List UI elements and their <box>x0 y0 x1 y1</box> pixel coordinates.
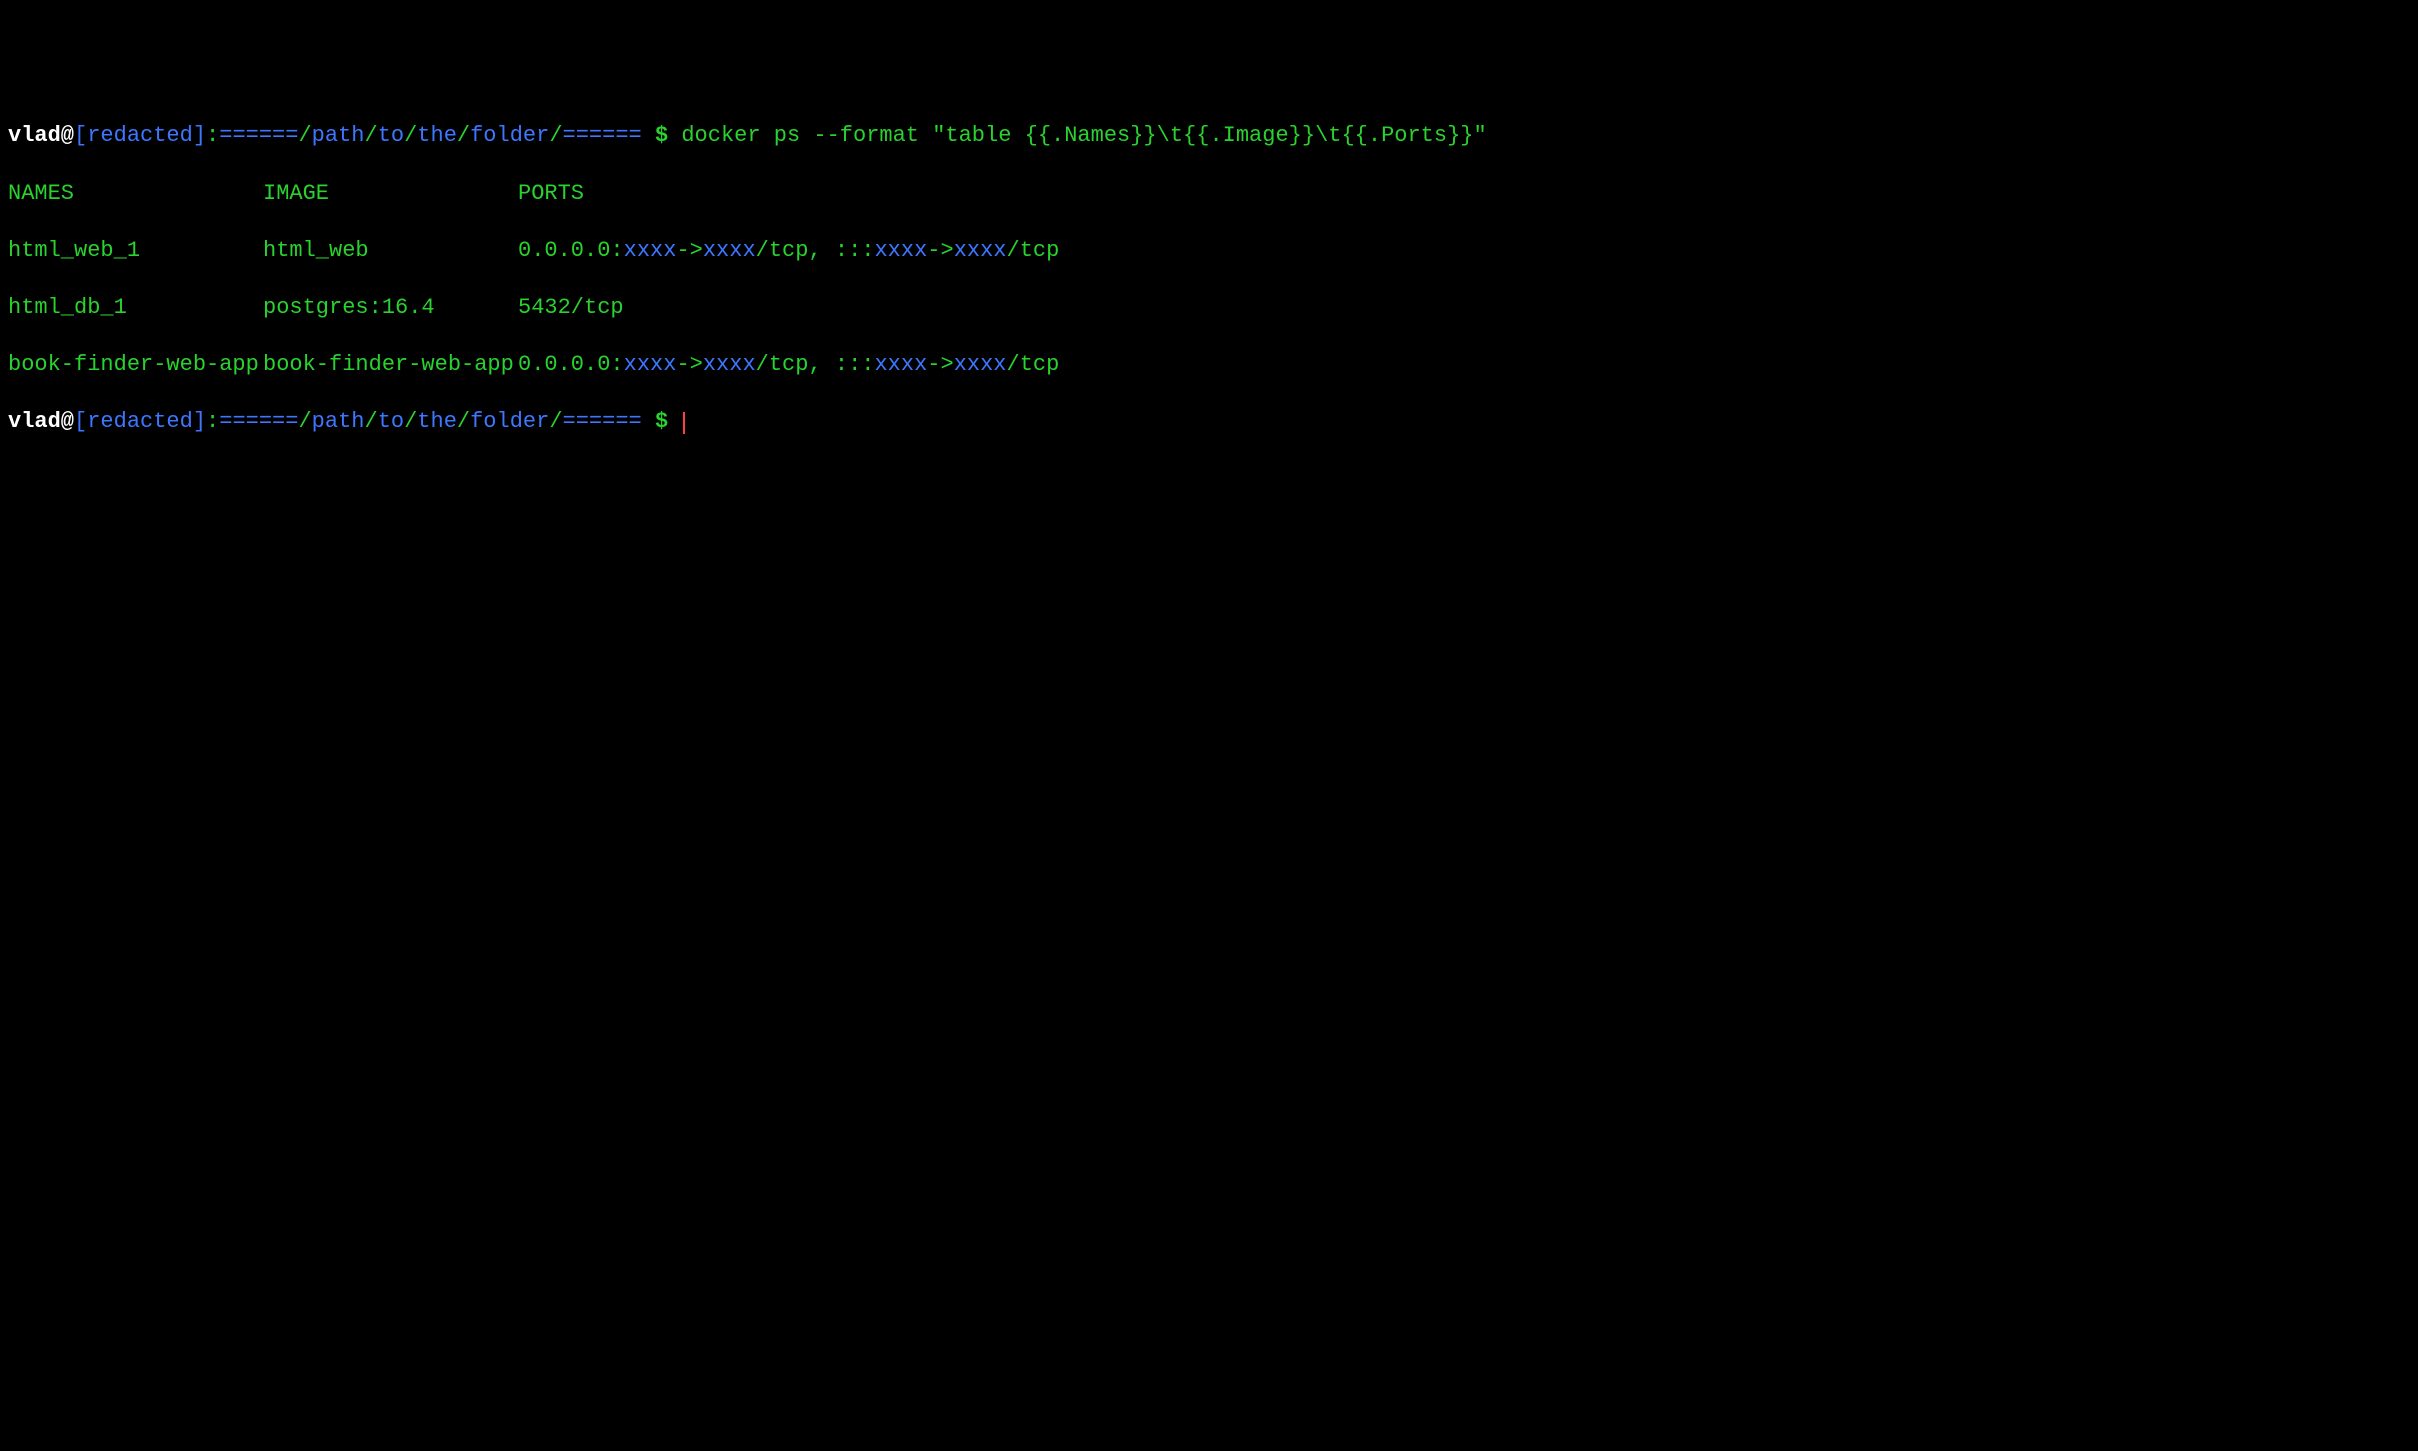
ports-arrow: -> <box>927 352 953 377</box>
prompt-slash: / <box>457 409 470 434</box>
container-image: book-finder-web-app <box>263 352 514 377</box>
ports-tcp: /tcp <box>1007 352 1060 377</box>
prompt-path-sep: ====== <box>219 409 298 434</box>
terminal-cursor[interactable] <box>683 412 685 434</box>
command-text: docker ps --format "table {{.Names}}\t{{… <box>681 123 1486 148</box>
prompt-host: redacted <box>87 409 193 434</box>
prompt-path-part: to <box>378 123 404 148</box>
container-name: html_db_1 <box>8 295 127 320</box>
prompt-colon: : <box>206 409 219 434</box>
prompt-path-part: folder <box>470 409 549 434</box>
table-row: book-finder-web-appbook-finder-web-app0.… <box>8 351 2410 380</box>
ports-arrow: -> <box>676 238 702 263</box>
ports-redacted: xxxx <box>624 238 677 263</box>
container-image: postgres:16.4 <box>263 295 435 320</box>
ports-tcp: /tcp, ::: <box>756 352 875 377</box>
prompt-host: redacted <box>87 123 193 148</box>
ports-redacted: xxxx <box>703 352 756 377</box>
ports-redacted: xxxx <box>874 352 927 377</box>
ports-redacted: xxxx <box>624 352 677 377</box>
ports-simple: 5432/tcp <box>518 295 624 320</box>
prompt-slash: / <box>364 123 377 148</box>
table-header-image: IMAGE <box>263 181 329 206</box>
prompt-dollar: $ <box>655 409 668 434</box>
prompt-user: vlad@ <box>8 123 74 148</box>
container-name: book-finder-web-app <box>8 352 259 377</box>
ports-prefix: 0.0.0.0: <box>518 238 624 263</box>
ports-tcp: /tcp <box>1007 238 1060 263</box>
prompt-path-part: path <box>312 409 365 434</box>
ports-tcp: /tcp, ::: <box>756 238 875 263</box>
prompt-path-part: path <box>312 123 365 148</box>
table-header-names: NAMES <box>8 181 74 206</box>
terminal-line-prompt-2[interactable]: vlad@[redacted]:======/path/to/the/folde… <box>8 408 2410 437</box>
prompt-colon: : <box>206 123 219 148</box>
prompt-slash: / <box>298 409 311 434</box>
prompt-path-part: to <box>378 409 404 434</box>
prompt-slash: / <box>404 123 417 148</box>
prompt-slash: / <box>404 409 417 434</box>
ports-redacted: xxxx <box>954 238 1007 263</box>
table-header-ports: PORTS <box>518 181 584 206</box>
prompt-host-bracket-open: [ <box>74 409 87 434</box>
prompt-host-bracket-open: [ <box>74 123 87 148</box>
table-header-row: NAMES IMAGE PORTS <box>8 180 2410 209</box>
ports-arrow: -> <box>676 352 702 377</box>
prompt-slash: / <box>549 409 562 434</box>
prompt-dollar: $ <box>655 123 668 148</box>
prompt-slash: / <box>549 123 562 148</box>
ports-redacted: xxxx <box>954 352 1007 377</box>
prompt-path-sep: ====== <box>563 409 642 434</box>
prompt-path-sep: ====== <box>219 123 298 148</box>
ports-redacted: xxxx <box>703 238 756 263</box>
ports-prefix: 0.0.0.0: <box>518 352 624 377</box>
prompt-host-bracket-close: ] <box>193 409 206 434</box>
container-name: html_web_1 <box>8 238 140 263</box>
container-image: html_web <box>263 238 369 263</box>
table-row: html_web_1html_web0.0.0.0:xxxx->xxxx/tcp… <box>8 237 2410 266</box>
ports-arrow: -> <box>927 238 953 263</box>
prompt-host-bracket-close: ] <box>193 123 206 148</box>
prompt-path-part: folder <box>470 123 549 148</box>
prompt-slash: / <box>364 409 377 434</box>
terminal-line-prompt-1: vlad@[redacted]:======/path/to/the/folde… <box>8 122 2410 151</box>
prompt-slash: / <box>457 123 470 148</box>
prompt-slash: / <box>298 123 311 148</box>
ports-redacted: xxxx <box>874 238 927 263</box>
prompt-user: vlad@ <box>8 409 74 434</box>
prompt-path-sep: ====== <box>563 123 642 148</box>
prompt-path-part: the <box>417 409 457 434</box>
table-row: html_db_1 postgres:16.4 5432/tcp <box>8 294 2410 323</box>
prompt-path-part: the <box>417 123 457 148</box>
